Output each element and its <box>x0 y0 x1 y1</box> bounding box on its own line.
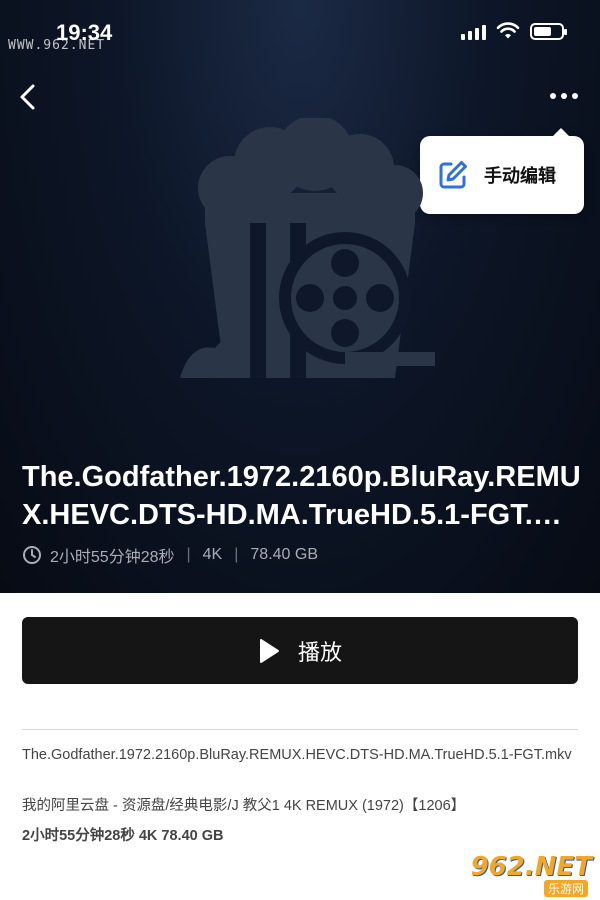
meta-separator: | <box>186 546 191 563</box>
movie-meta: 2小时55分钟28秒 | 4K | 78.40 GB <box>22 543 318 567</box>
file-path: 我的阿里云盘 - 资源盘/经典电影/J 教父1 4K REMUX (1972)【… <box>22 798 466 814</box>
status-icons <box>461 22 567 40</box>
watermark-logo: 962.NET 乐游网 <box>460 852 596 897</box>
file-name: The.Godfather.1972.2160p.BluRay.REMUX.HE… <box>22 747 572 763</box>
manual-edit-menu-item[interactable]: 手动编辑 <box>436 156 576 194</box>
clock-icon <box>23 546 41 564</box>
quality-text: 4K <box>202 546 223 563</box>
play-button[interactable]: 播放 <box>22 617 578 684</box>
watermark-text: WWW.962.NET <box>8 38 106 53</box>
wifi-icon <box>496 22 520 39</box>
ellipsis-icon <box>550 93 578 99</box>
meta-separator: | <box>234 546 239 563</box>
divider <box>22 729 578 730</box>
play-icon <box>259 638 279 663</box>
status-bar: 19:34 <box>0 0 600 64</box>
chevron-left-icon <box>20 84 35 110</box>
more-options-button[interactable] <box>548 86 580 106</box>
file-info: 2小时55分钟28秒 4K 78.40 GB <box>22 828 224 844</box>
hero-banner: 19:34 WWW.962.NET 手动编辑 The.Godfather.197… <box>0 0 600 593</box>
watermark-logo-text: 962.NET <box>470 852 592 882</box>
play-label: 播放 <box>297 639 342 665</box>
duration-text: 2小时55分钟28秒 <box>50 549 175 566</box>
movie-title: The.Godfather.1972.2160p.BluRay.REMUX.HE… <box>22 461 581 531</box>
battery-icon <box>530 22 567 40</box>
popcorn-film-poster-icon <box>180 118 435 378</box>
back-button[interactable] <box>14 80 44 114</box>
manual-edit-label: 手动编辑 <box>484 166 556 186</box>
size-text: 78.40 GB <box>250 546 318 563</box>
watermark-sub-text: 乐游网 <box>543 880 588 897</box>
signal-icon <box>461 22 486 40</box>
